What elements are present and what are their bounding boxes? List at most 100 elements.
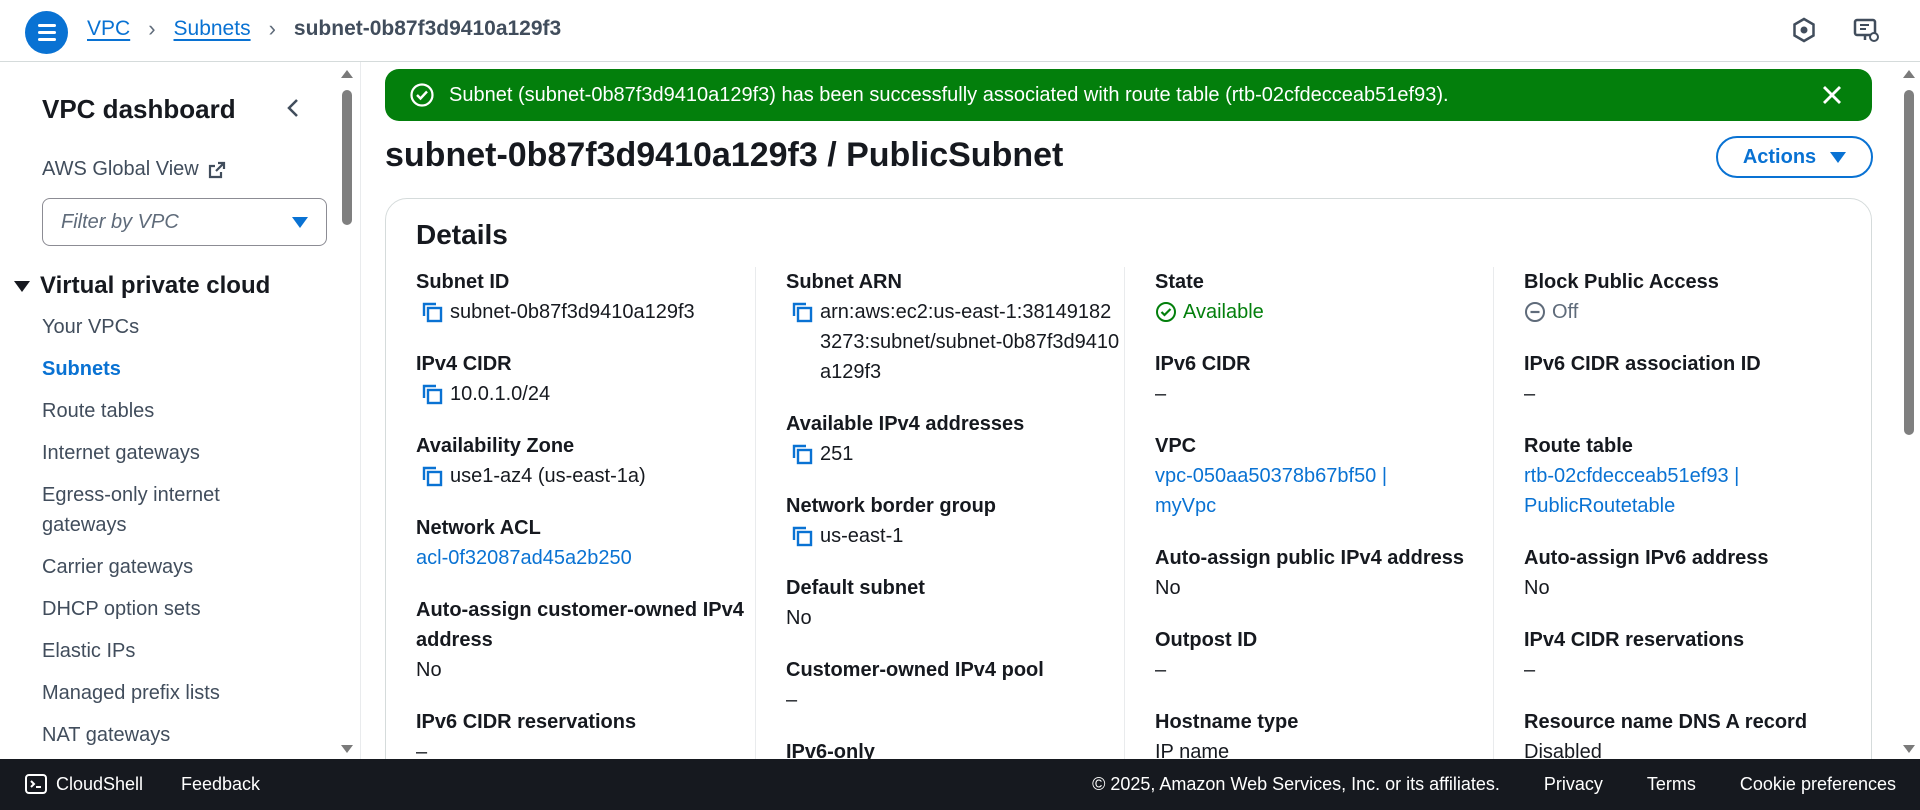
sidebar-item-dhcp-option-sets[interactable]: DHCP option sets [42, 594, 282, 624]
field-label: Resource name DNS A record [1524, 711, 1808, 733]
breadcrumb-current: subnet-0b87f3d9410a129f3 [293, 17, 562, 40]
success-check-icon [410, 83, 434, 107]
scrollbar-thumb[interactable] [1904, 90, 1914, 435]
cloudshell-icon [25, 774, 47, 794]
scroll-down-arrow[interactable] [1903, 745, 1915, 753]
caret-down-icon [1830, 151, 1847, 163]
route-table-link[interactable]: rtb-02cfdecceab51ef93 | PublicRoutetable [1524, 461, 1794, 521]
field-value: No [1524, 577, 1550, 599]
field-label: Network border group [786, 495, 997, 517]
vpc-link[interactable]: vpc-050aa50378b67bf50 | myVpc [1155, 461, 1425, 521]
cloudshell-button[interactable]: CloudShell [24, 772, 143, 796]
section-label: Virtual private cloud [40, 272, 271, 299]
copy-icon[interactable] [420, 461, 450, 491]
cookie-preferences-link[interactable]: Cookie preferences [1740, 774, 1896, 795]
field-label: IPv6 CIDR association ID [1524, 353, 1761, 375]
field-label: Network ACL [416, 517, 541, 539]
sidebar-item-egress-only-internet-gateways[interactable]: Egress-only internet gateways [42, 480, 282, 540]
collapse-sidebar-icon[interactable] [282, 96, 306, 120]
scroll-down-arrow[interactable] [341, 745, 353, 753]
field-network-border-group: Network border group us-east-1 [786, 491, 1124, 551]
field-availability-zone: Availability Zone use1-az4 (us-east-1a) [416, 431, 755, 491]
field-auto-assign-customer-owned: Auto-assign customer-owned IPv4 address … [416, 595, 755, 685]
filter-by-vpc-select[interactable]: Filter by VPC [42, 198, 327, 246]
sidebar-nav-list: Your VPCs Subnets Route tables Internet … [42, 312, 282, 759]
copy-icon[interactable] [790, 439, 820, 469]
field-value: IP name [1155, 741, 1230, 759]
availability-zone-value: use1-az4 (us-east-1a) [450, 465, 646, 487]
main-content: Subnet (subnet-0b87f3d9410a129f3) has be… [361, 62, 1901, 759]
field-value: – [1524, 659, 1536, 681]
breadcrumb-subnets-link[interactable]: Subnets [174, 17, 251, 41]
actions-label: Actions [1742, 145, 1817, 168]
terms-link[interactable]: Terms [1647, 774, 1696, 795]
top-utility-icons [1790, 16, 1880, 44]
details-column-3: State Available IPv6 CIDR – VPC vpc-050a… [1124, 267, 1493, 759]
scroll-up-arrow[interactable] [1903, 70, 1915, 78]
details-column-2: Subnet ARN arn:aws:ec2:us-east-1:3814918… [755, 267, 1124, 759]
global-view-link[interactable]: AWS Global View [42, 158, 227, 181]
sidebar-item-managed-prefix-lists[interactable]: Managed prefix lists [42, 678, 282, 708]
breadcrumb-vpc-link[interactable]: VPC [87, 17, 130, 41]
status-off-icon [1525, 302, 1545, 322]
field-value: No [1155, 577, 1181, 599]
sidebar-item-internet-gateways[interactable]: Internet gateways [42, 438, 282, 468]
subnet-arn-value: arn:aws:ec2:us-east-1:381491823273:subne… [820, 301, 1120, 383]
copy-icon[interactable] [420, 297, 450, 327]
available-ipv4-value: 251 [820, 443, 854, 465]
actions-button[interactable]: Actions [1716, 136, 1873, 178]
info-panel-icon[interactable] [1852, 16, 1880, 44]
details-column-1: Subnet ID subnet-0b87f3d9410a129f3 IPv4 … [386, 267, 755, 759]
footer-links: © 2025, Amazon Web Services, Inc. or its… [1092, 774, 1896, 795]
settings-hexagon-icon[interactable] [1790, 16, 1818, 44]
sidebar-item-carrier-gateways[interactable]: Carrier gateways [42, 552, 282, 582]
field-value: – [416, 741, 428, 759]
scrollbar-thumb[interactable] [342, 90, 352, 225]
field-label: Hostname type [1155, 711, 1299, 733]
chevron-right-icon: › [148, 16, 156, 41]
field-route-table: Route table rtb-02cfdecceab51ef93 | Publ… [1524, 431, 1873, 521]
field-label: Block Public Access [1524, 271, 1719, 293]
field-label: Available IPv4 addresses [786, 413, 1025, 435]
main-scrollbar[interactable] [1898, 62, 1920, 759]
network-border-group-value: us-east-1 [820, 525, 904, 547]
field-value: 10.0.1.0/24 [416, 379, 755, 409]
field-label: Auto-assign public IPv4 address [1155, 547, 1464, 569]
field-value: – [1155, 383, 1167, 405]
copy-icon[interactable] [790, 521, 820, 551]
network-acl-link[interactable]: acl-0f32087ad45a2b250 [416, 543, 755, 573]
close-icon[interactable] [1820, 83, 1844, 107]
field-label: Default subnet [786, 577, 925, 599]
sidebar-item-route-tables[interactable]: Route tables [42, 396, 282, 426]
sidebar-item-elastic-ips[interactable]: Elastic IPs [42, 636, 282, 666]
success-flash-banner: Subnet (subnet-0b87f3d9410a129f3) has be… [385, 69, 1872, 121]
field-vpc: VPC vpc-050aa50378b67bf50 | myVpc [1155, 431, 1493, 521]
field-ipv6-cidr-association-id: IPv6 CIDR association ID – [1524, 349, 1873, 409]
copy-icon[interactable] [420, 379, 450, 409]
sidebar-item-nat-gateways[interactable]: NAT gateways [42, 720, 282, 750]
external-link-icon [208, 161, 225, 178]
block-public-access-status: Off [1524, 297, 1873, 327]
sidebar-scrollbar[interactable] [336, 62, 358, 759]
copy-icon[interactable] [790, 297, 820, 327]
global-view-label: AWS Global View [42, 158, 199, 180]
field-label: Auto-assign customer-owned IPv4 address [416, 599, 744, 651]
menu-toggle-button[interactable] [25, 11, 68, 54]
field-outpost-id: Outpost ID – [1155, 625, 1493, 685]
details-title: Details [416, 219, 508, 250]
menu-icon-line [37, 24, 56, 27]
field-ipv6-cidr: IPv6 CIDR – [1155, 349, 1493, 409]
field-auto-assign-ipv6: Auto-assign IPv6 address No [1524, 543, 1873, 603]
section-virtual-private-cloud[interactable]: Virtual private cloud [14, 272, 270, 300]
privacy-link[interactable]: Privacy [1544, 774, 1603, 795]
field-value: No [786, 607, 812, 629]
field-label: Subnet ARN [786, 271, 902, 293]
field-auto-assign-public-ipv4: Auto-assign public IPv4 address No [1155, 543, 1493, 603]
sidebar-item-subnets[interactable]: Subnets [42, 354, 282, 384]
sidebar-item-your-vpcs[interactable]: Your VPCs [42, 312, 282, 342]
scroll-up-arrow[interactable] [341, 70, 353, 78]
field-label: Outpost ID [1155, 629, 1258, 651]
field-state: State Available [1155, 267, 1493, 327]
field-resource-name-dns-a-record: Resource name DNS A record Disabled [1524, 707, 1873, 759]
feedback-link[interactable]: Feedback [181, 774, 260, 795]
